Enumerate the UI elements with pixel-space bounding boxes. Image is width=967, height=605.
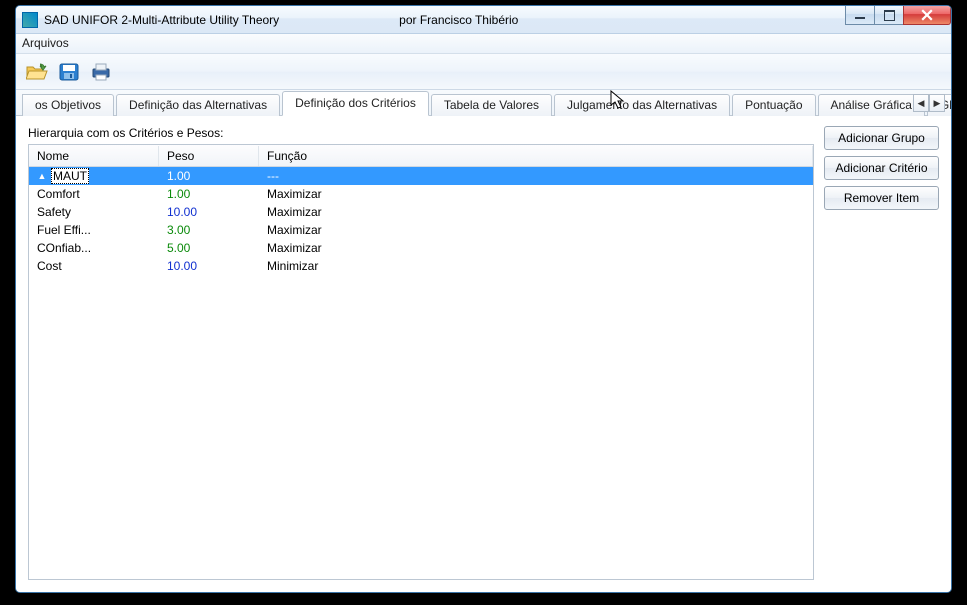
table-row[interactable]: Safety 10.00Maximizar (29, 203, 813, 221)
tabstrip: os Objetivos Definição das Alternativas … (16, 90, 951, 116)
tree-expander-icon[interactable]: ▲ (37, 171, 47, 181)
cell-nome: Cost (29, 259, 159, 273)
add-criterion-button[interactable]: Adicionar Critério (824, 156, 939, 180)
save-icon (58, 62, 80, 82)
tab-scroll-right[interactable]: ▶ (929, 94, 945, 112)
row-name: COnfiab... (37, 241, 91, 255)
add-group-button[interactable]: Adicionar Grupo (824, 126, 939, 150)
tab-objetivos[interactable]: os Objetivos (22, 94, 114, 116)
tree-header: Nome Peso Função (29, 145, 813, 167)
cell-funcao: Minimizar (259, 259, 813, 273)
cell-funcao: Maximizar (259, 241, 813, 255)
print-icon (90, 61, 112, 83)
open-file-icon (26, 62, 48, 82)
print-button[interactable] (88, 59, 114, 85)
tab-criterios[interactable]: Definição dos Critérios (282, 91, 429, 116)
app-icon (22, 12, 38, 28)
cell-nome: Fuel Effi... (29, 223, 159, 237)
tab-julgamento[interactable]: Julgamento das Alternativas (554, 94, 730, 116)
tab-tabela-valores[interactable]: Tabela de Valores (431, 94, 552, 116)
criteria-tree[interactable]: Nome Peso Função ▲ MAUT 1.00--- Comfort 1.00… (28, 144, 814, 580)
maximize-button[interactable] (874, 6, 904, 25)
table-row[interactable]: COnfiab... 5.00Maximizar (29, 239, 813, 257)
cell-funcao: Maximizar (259, 205, 813, 219)
cell-peso: 5.00 (159, 241, 259, 255)
row-name: Safety (37, 205, 71, 219)
column-nome[interactable]: Nome (29, 146, 159, 166)
window-controls (846, 6, 951, 25)
cell-funcao: Maximizar (259, 187, 813, 201)
window-subtitle: por Francisco Thibério (399, 13, 518, 27)
app-window: SAD UNIFOR 2-Multi-Attribute Utility The… (15, 5, 952, 593)
menu-arquivos[interactable]: Arquivos (22, 36, 69, 50)
save-button[interactable] (56, 59, 82, 85)
cell-nome: COnfiab... (29, 241, 159, 255)
cell-peso: 3.00 (159, 223, 259, 237)
cell-peso: 10.00 (159, 259, 259, 273)
column-funcao[interactable]: Função (259, 146, 813, 166)
open-file-button[interactable] (24, 59, 50, 85)
tab-scroll: ◀ ▶ (913, 94, 945, 112)
tab-alternativas[interactable]: Definição das Alternativas (116, 94, 280, 116)
row-name: MAUT (51, 168, 89, 184)
row-name: Comfort (37, 187, 80, 201)
minimize-button[interactable] (845, 6, 875, 25)
tree-body[interactable]: ▲MAUT1.00---Comfort1.00MaximizarSafety10… (29, 167, 813, 579)
table-row[interactable]: Cost 10.00Minimizar (29, 257, 813, 275)
cell-funcao: --- (259, 169, 813, 183)
tab-scroll-left[interactable]: ◀ (913, 94, 929, 112)
cell-peso: 10.00 (159, 205, 259, 219)
cell-nome: ▲ MAUT (29, 168, 159, 184)
titlebar[interactable]: SAD UNIFOR 2-Multi-Attribute Utility The… (16, 6, 951, 34)
cell-peso: 1.00 (159, 169, 259, 183)
close-icon (921, 9, 933, 21)
cell-nome: Safety (29, 205, 159, 219)
table-row[interactable]: Comfort 1.00Maximizar (29, 185, 813, 203)
menubar: Arquivos (16, 34, 951, 54)
column-peso[interactable]: Peso (159, 146, 259, 166)
row-name: Cost (37, 259, 62, 273)
table-row[interactable]: Fuel Effi... 3.00Maximizar (29, 221, 813, 239)
cell-funcao: Maximizar (259, 223, 813, 237)
content-area: Hierarquia com os Critérios e Pesos: Nom… (16, 116, 951, 592)
toolbar (16, 54, 951, 90)
cell-peso: 1.00 (159, 187, 259, 201)
tab-analise-grafica[interactable]: Análise Gráfica (818, 94, 925, 116)
tab-pontuacao[interactable]: Pontuação (732, 94, 815, 116)
remove-item-button[interactable]: Remover Item (824, 186, 939, 210)
window-title: SAD UNIFOR 2-Multi-Attribute Utility The… (44, 13, 279, 27)
table-row[interactable]: ▲ MAUT 1.00--- (29, 167, 813, 185)
close-button[interactable] (903, 6, 951, 25)
action-pane: Adicionar Grupo Adicionar Critério Remov… (824, 126, 939, 580)
cell-nome: Comfort (29, 187, 159, 201)
criteria-pane: Hierarquia com os Critérios e Pesos: Nom… (28, 126, 814, 580)
hierarchy-label: Hierarquia com os Critérios e Pesos: (28, 126, 814, 140)
row-name: Fuel Effi... (37, 223, 91, 237)
